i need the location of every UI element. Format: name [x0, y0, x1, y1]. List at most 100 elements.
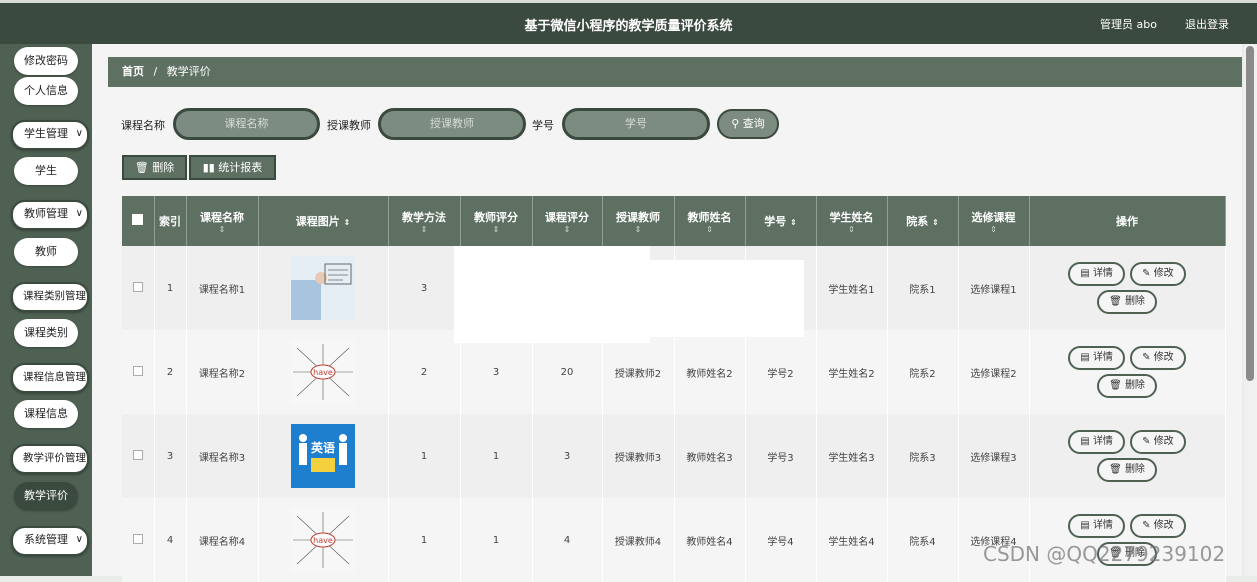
sidebar-group-system-management[interactable]: 系统管理 ∨: [11, 526, 89, 556]
teacher-label: 授课教师: [327, 119, 371, 132]
cell-student-name: 学生姓名3: [816, 414, 888, 498]
sidebar-group-evaluation-management[interactable]: 教学评价管理: [11, 444, 89, 474]
delete-button[interactable]: 🗑 删除: [1097, 290, 1157, 314]
sidebar-item-course-category[interactable]: 课程类别: [14, 319, 78, 347]
sort-icon[interactable]: ⇕: [605, 225, 672, 234]
delete-button[interactable]: 🗑 删除: [1097, 374, 1157, 398]
col-course-name[interactable]: 课程名称 ⇕: [186, 196, 259, 246]
sidebar-item-course-info[interactable]: 课程信息: [14, 400, 78, 428]
cell-teacher: 授课教师4: [602, 498, 675, 582]
cell-course-image: have: [258, 330, 389, 414]
logout-link[interactable]: 退出登录: [1185, 16, 1229, 32]
col-course-image[interactable]: 课程图片 ⇕: [258, 196, 389, 246]
detail-button[interactable]: ▤ 详情: [1068, 262, 1125, 286]
detail-label: 详情: [1092, 352, 1113, 363]
col-teacher-name[interactable]: 教师姓名 ⇕: [674, 196, 746, 246]
col-method[interactable]: 教学方法 ⇕: [388, 196, 461, 246]
report-button[interactable]: ▮▮ 统计报表: [189, 155, 276, 180]
detail-button[interactable]: ▤ 详情: [1068, 430, 1125, 454]
chevron-down-icon: ∨: [75, 208, 83, 219]
col-elective[interactable]: 选修课程 ⇕: [958, 196, 1030, 246]
detail-button[interactable]: ▤ 详情: [1068, 346, 1125, 370]
sidebar-group-label: 系统管理: [24, 533, 68, 546]
row-checkbox[interactable]: [132, 449, 143, 460]
cell-teacher-score: 1: [460, 498, 533, 582]
sort-icon[interactable]: ⇕: [677, 225, 743, 234]
table-header-row: 索引 课程名称 ⇕ 课程图片 ⇕ 教学方法 ⇕ 教师评分 ⇕ 课程评分 ⇕ 授课教师 ⇕ …: [122, 196, 1226, 246]
col-label: 学生姓名: [829, 210, 874, 224]
col-label: 教师姓名: [687, 210, 732, 224]
sidebar-item-change-password[interactable]: 修改密码: [14, 47, 78, 75]
redaction-block: [650, 260, 804, 337]
query-button[interactable]: ⚲ 查询: [717, 109, 779, 139]
sort-icon[interactable]: ⇕: [819, 225, 885, 234]
scrollbar[interactable]: [1244, 44, 1257, 576]
course-image[interactable]: 英语: [291, 424, 355, 488]
breadcrumb-home[interactable]: 首页: [122, 65, 144, 78]
pencil-icon: ✎: [1142, 520, 1154, 531]
edit-button[interactable]: ✎ 修改: [1130, 346, 1186, 370]
cell-course-name: 课程名称4: [186, 498, 259, 582]
sort-icon[interactable]: ⇕: [463, 225, 530, 234]
teacher-input[interactable]: 授课教师: [378, 108, 526, 140]
detail-button[interactable]: ▤ 详情: [1068, 514, 1125, 538]
bar-chart-icon: ▮▮: [202, 161, 219, 174]
edit-button[interactable]: ✎ 修改: [1130, 514, 1186, 538]
course-name-input[interactable]: 课程名称: [173, 108, 320, 140]
sort-icon[interactable]: ⇕: [391, 225, 458, 234]
course-image[interactable]: have: [291, 508, 355, 572]
sort-icon[interactable]: ⇕: [932, 218, 939, 227]
sort-icon[interactable]: ⇕: [790, 218, 797, 227]
student-no-input[interactable]: 学号: [562, 108, 710, 140]
col-student-name[interactable]: 学生姓名 ⇕: [816, 196, 888, 246]
col-label: 课程评分: [545, 210, 589, 224]
document-icon: ▤: [1080, 436, 1093, 447]
select-all-checkbox[interactable]: [132, 214, 144, 225]
edit-button[interactable]: ✎ 修改: [1130, 430, 1186, 454]
sort-icon[interactable]: ⇕: [189, 225, 256, 234]
cell-elective: 选修课程1: [958, 246, 1030, 330]
cell-index: 1: [154, 246, 187, 330]
sidebar: 修改密码 个人信息 学生管理 ∨ 学生 教师管理 ∨ 教师 课程类别管理 课程类别 …: [0, 44, 92, 576]
row-checkbox[interactable]: [132, 281, 143, 292]
cell-course-image: have: [258, 498, 389, 582]
col-label: 课程名称: [200, 210, 244, 224]
delete-button[interactable]: 🗑 删除: [1097, 458, 1157, 482]
row-checkbox[interactable]: [132, 365, 143, 376]
sidebar-group-course-category-management[interactable]: 课程类别管理: [11, 282, 89, 312]
scrollbar-thumb[interactable]: [1246, 46, 1254, 381]
course-image[interactable]: have: [291, 340, 355, 404]
cell-course-name: 课程名称1: [186, 246, 259, 330]
cell-teacher-score: 1: [460, 414, 533, 498]
edit-label: 修改: [1153, 520, 1174, 531]
sort-icon[interactable]: ⇕: [344, 218, 351, 227]
course-image[interactable]: [291, 256, 355, 320]
sort-icon[interactable]: ⇕: [961, 225, 1027, 234]
sidebar-group-student-management[interactable]: 学生管理 ∨: [11, 120, 89, 150]
sidebar-group-label: 学生管理: [24, 127, 68, 140]
col-student-no[interactable]: 学号 ⇕: [745, 196, 817, 246]
detail-label: 详情: [1092, 268, 1113, 279]
col-course-score[interactable]: 课程评分 ⇕: [532, 196, 603, 246]
cell-student-no: 学号4: [745, 498, 817, 582]
sidebar-item-evaluation[interactable]: 教学评价: [14, 482, 78, 510]
sidebar-group-course-info-management[interactable]: 课程信息管理: [11, 363, 89, 393]
bulk-delete-button[interactable]: 🗑 删除: [122, 155, 187, 180]
col-label: 学号: [764, 215, 787, 228]
edit-button[interactable]: ✎ 修改: [1130, 262, 1186, 286]
sidebar-group-teacher-management[interactable]: 教师管理 ∨: [11, 200, 89, 230]
cell-course-image: [258, 246, 389, 330]
evaluation-table: 索引 课程名称 ⇕ 课程图片 ⇕ 教学方法 ⇕ 教师评分 ⇕ 课程评分 ⇕ 授课教师 ⇕ …: [122, 196, 1226, 582]
sort-icon[interactable]: ⇕: [535, 225, 600, 234]
detail-label: 详情: [1092, 520, 1113, 531]
col-teacher-score[interactable]: 教师评分 ⇕: [460, 196, 533, 246]
col-teacher[interactable]: 授课教师 ⇕: [602, 196, 675, 246]
image-text: have: [313, 536, 333, 545]
sidebar-item-profile[interactable]: 个人信息: [14, 77, 78, 105]
row-checkbox[interactable]: [132, 533, 143, 544]
chevron-down-icon: ∨: [75, 128, 83, 139]
sidebar-item-teacher[interactable]: 教师: [14, 238, 78, 266]
sidebar-item-student[interactable]: 学生: [14, 157, 78, 185]
col-department[interactable]: 院系 ⇕: [887, 196, 959, 246]
select-all-cell[interactable]: [122, 196, 155, 246]
